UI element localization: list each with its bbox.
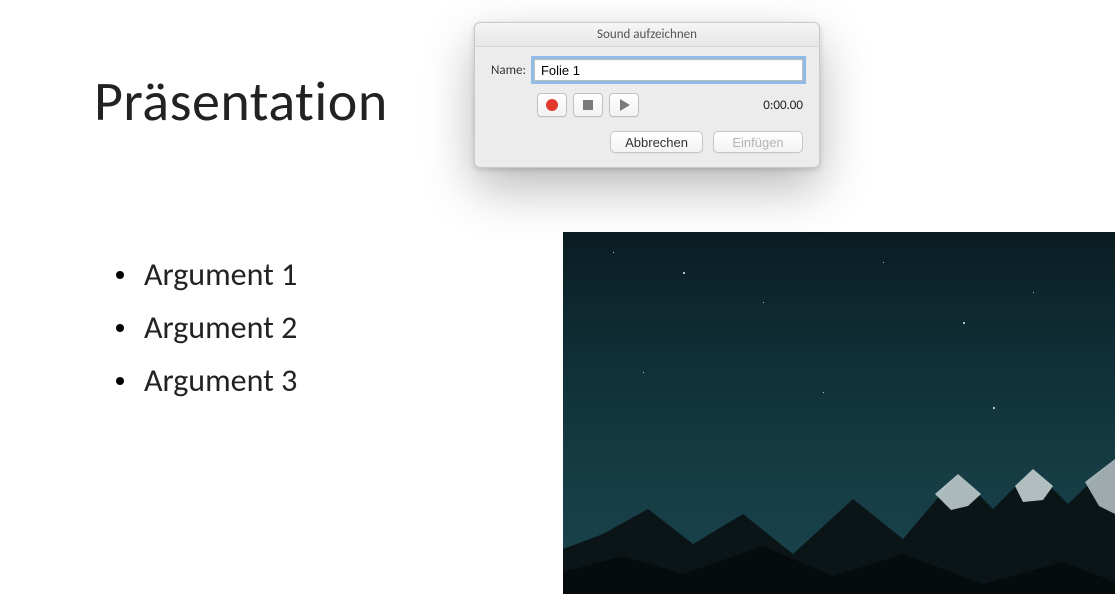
list-item: Argument 3: [116, 361, 297, 400]
stop-button[interactable]: [573, 93, 603, 117]
dialog-title: Sound aufzeichnen: [475, 23, 819, 47]
bullet-icon: [116, 324, 124, 332]
name-label: Name:: [491, 63, 526, 78]
stop-icon: [583, 100, 593, 110]
record-button[interactable]: [537, 93, 567, 117]
list-item: Argument 1: [116, 255, 297, 294]
record-sound-dialog: Sound aufzeichnen Name: 0:00.00 Abbreche…: [474, 22, 820, 168]
slide-image: [563, 232, 1115, 594]
elapsed-time: 0:00.00: [763, 98, 803, 113]
mountain-shape-front: [563, 414, 1115, 594]
bullet-text: Argument 1: [144, 255, 297, 294]
cancel-button[interactable]: Abbrechen: [610, 131, 703, 153]
slide-bullets: Argument 1 Argument 2 Argument 3: [116, 255, 297, 414]
bullet-icon: [116, 271, 124, 279]
slide-title: Präsentation: [94, 68, 388, 136]
play-button[interactable]: [609, 93, 639, 117]
bullet-text: Argument 3: [144, 361, 297, 400]
play-icon: [620, 99, 630, 111]
bullet-icon: [116, 377, 124, 385]
record-icon: [546, 99, 558, 111]
insert-button[interactable]: Einfügen: [713, 131, 803, 153]
recording-name-input[interactable]: [534, 59, 803, 81]
list-item: Argument 2: [116, 308, 297, 347]
bullet-text: Argument 2: [144, 308, 297, 347]
